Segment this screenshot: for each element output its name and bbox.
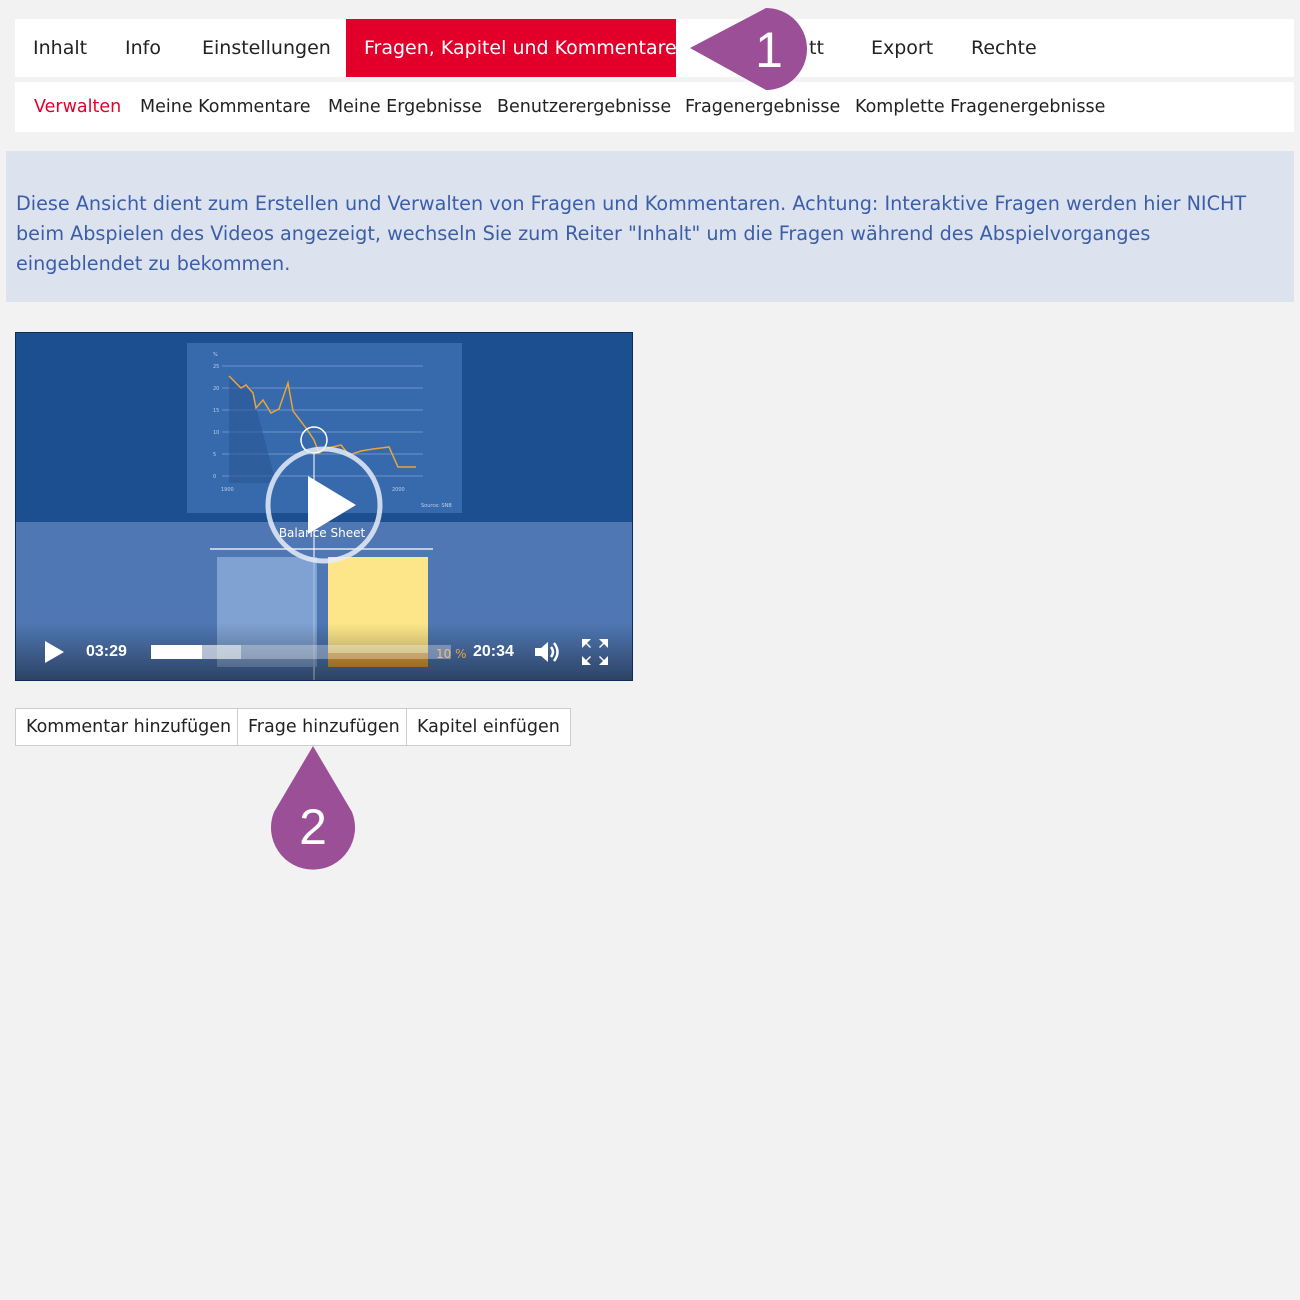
chart-axis-label: 10	[213, 430, 219, 436]
chart-axis-label: 15	[213, 408, 219, 414]
secondary-tab-bar: Verwalten Meine Kommentare Meine Ergebni…	[15, 82, 1294, 132]
callout-number-1: 1	[755, 22, 783, 78]
volume-icon	[535, 642, 559, 662]
video-player[interactable]: % 25 20 15 10 5 0 1900 2000 Source: SNB …	[15, 332, 633, 681]
callout-number-2: 2	[299, 799, 327, 855]
subtab-meine-ergebnisse[interactable]: Meine Ergebnisse	[328, 82, 482, 132]
chart-axis-label: %	[213, 352, 218, 358]
info-text: Diese Ansicht dient zum Erstellen und Ve…	[16, 192, 1247, 275]
chart-axis-label: 25	[213, 364, 219, 370]
chart-axis-label: 5	[213, 452, 216, 458]
tab-export[interactable]: Export	[853, 19, 951, 77]
progress-fill	[151, 645, 202, 659]
current-time: 03:29	[86, 643, 127, 660]
play-button[interactable]	[42, 639, 66, 665]
subtab-komplette-fragenergebnisse[interactable]: Komplette Fragenergebnisse	[855, 82, 1105, 132]
chart-axis-label: 0	[213, 474, 216, 480]
subtab-verwalten[interactable]: Verwalten	[34, 82, 121, 132]
fullscreen-icon	[582, 639, 608, 665]
add-comment-button[interactable]: Kommentar hinzufügen	[15, 708, 243, 746]
slide-title: Balance Sheet	[279, 526, 366, 540]
tab-info[interactable]: Info	[107, 19, 179, 77]
chart-axis-label: 20	[213, 386, 219, 392]
slide-source: Source: SNB	[421, 503, 452, 509]
callout-marker-1: 1	[688, 4, 823, 96]
subtab-meine-kommentare[interactable]: Meine Kommentare	[140, 82, 311, 132]
volume-button[interactable]	[533, 638, 563, 666]
fullscreen-button[interactable]	[581, 638, 609, 666]
chart-axis-label: 2000	[392, 487, 405, 493]
video-frame: % 25 20 15 10 5 0 1900 2000 Source: SNB …	[16, 333, 632, 680]
tab-einstellungen[interactable]: Einstellungen	[184, 19, 349, 77]
chart-axis-label: 1900	[221, 487, 234, 493]
duration-time: 20:34	[473, 643, 514, 660]
primary-tab-bar: Inhalt Info Einstellungen Fragen, Kapite…	[15, 19, 1294, 77]
tab-fragen-kapitel-kommentare[interactable]: Fragen, Kapitel und Kommentare	[346, 19, 677, 77]
progress-bar[interactable]	[151, 645, 451, 659]
callout-marker-2: 2	[268, 744, 358, 876]
insert-chapter-button[interactable]: Kapitel einfügen	[406, 708, 571, 746]
info-box: Diese Ansicht dient zum Erstellen und Ve…	[6, 151, 1294, 302]
add-question-button[interactable]: Frage hinzufügen	[237, 708, 411, 746]
tab-inhalt[interactable]: Inhalt	[15, 19, 105, 77]
tab-rechte[interactable]: Rechte	[953, 19, 1055, 77]
play-icon	[45, 641, 64, 663]
subtab-benutzerergebnisse[interactable]: Benutzerergebnisse	[497, 82, 671, 132]
